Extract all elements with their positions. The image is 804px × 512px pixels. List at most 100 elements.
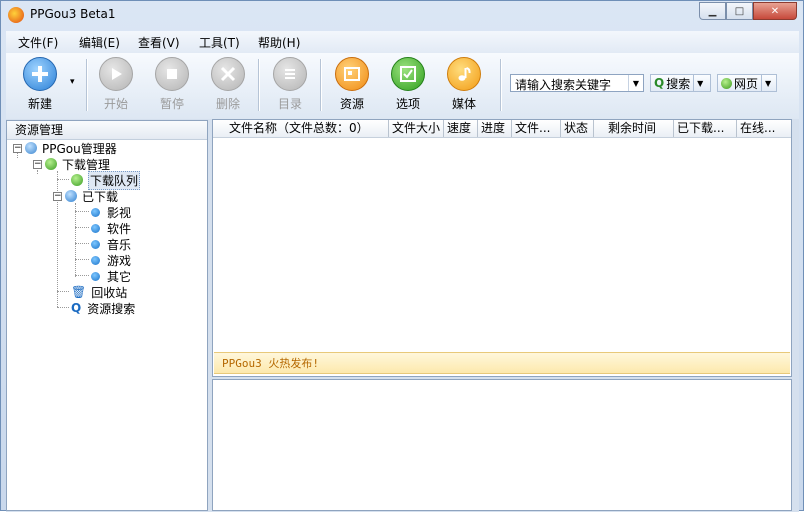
category-dot-icon bbox=[91, 255, 100, 265]
magnifier-icon: Q bbox=[654, 76, 665, 90]
tree-category-label: 游戏 bbox=[107, 253, 132, 268]
tree-category-label: 影视 bbox=[107, 205, 132, 220]
col-file-type[interactable]: 文件... bbox=[512, 120, 561, 137]
menu-edit[interactable]: 编辑(E) bbox=[79, 34, 120, 51]
collapse-icon[interactable]: − bbox=[13, 143, 22, 153]
col-progress[interactable]: 进度 bbox=[478, 120, 512, 137]
toolbar-separator bbox=[258, 59, 260, 111]
col-downloaded[interactable]: 已下载... bbox=[674, 120, 737, 137]
pause-button[interactable]: 暂停 bbox=[147, 57, 197, 112]
options-button[interactable]: 选项 bbox=[383, 57, 433, 112]
category-dot-icon bbox=[91, 207, 100, 217]
tree-item-category[interactable]: 其它 bbox=[91, 268, 131, 284]
web-button[interactable]: 网页 ▼ bbox=[717, 74, 777, 92]
tree-line bbox=[57, 291, 69, 292]
new-label: 新建 bbox=[27, 97, 52, 111]
menu-bar: 文件(F) 编辑(E) 查看(V) 工具(T) 帮助(H) bbox=[6, 31, 799, 53]
col-remaining-time[interactable]: 剩余时间 bbox=[594, 120, 674, 137]
new-button[interactable]: 新建 bbox=[15, 57, 65, 112]
collapse-icon[interactable]: − bbox=[53, 191, 62, 201]
globe-icon bbox=[721, 77, 732, 89]
collapse-icon[interactable]: − bbox=[33, 159, 42, 169]
delete-button[interactable]: 删除 bbox=[203, 57, 253, 112]
pause-label: 暂停 bbox=[159, 97, 184, 111]
new-dropdown-icon[interactable]: ▾ bbox=[70, 77, 75, 87]
detail-pane bbox=[212, 379, 792, 511]
tree-category-label: 音乐 bbox=[107, 237, 132, 252]
tree-item-category[interactable]: 影视 bbox=[91, 204, 131, 220]
tree-line bbox=[75, 243, 89, 244]
tree-item-recycle[interactable]: 🗑 回收站 bbox=[71, 284, 127, 300]
tree-item-category[interactable]: 软件 bbox=[91, 220, 131, 236]
tree-item-resource-search[interactable]: Q 资源搜索 bbox=[71, 300, 135, 316]
search-dropdown-icon[interactable]: ▼ bbox=[693, 75, 706, 91]
window-title: PPGou3 Beta1 bbox=[30, 7, 116, 21]
col-status[interactable]: 状态 bbox=[561, 120, 594, 137]
manager-icon bbox=[25, 142, 37, 154]
tree-item-download-queue[interactable]: 下载队列 bbox=[71, 170, 141, 190]
options-label: 选项 bbox=[395, 97, 420, 111]
tree-line bbox=[75, 203, 76, 277]
tree-root-label: PPGou管理器 bbox=[42, 141, 117, 156]
start-label: 开始 bbox=[103, 97, 128, 111]
app-logo-icon bbox=[8, 7, 24, 23]
search-placeholder: 请输入搜索关键字 bbox=[515, 78, 612, 92]
download-queue-icon bbox=[71, 174, 83, 186]
col-file-name[interactable]: 文件名称（文件总数：0） bbox=[213, 120, 389, 137]
delete-label: 删除 bbox=[215, 97, 240, 111]
resource-icon bbox=[335, 57, 369, 91]
start-button[interactable]: 开始 bbox=[91, 57, 141, 112]
downloaded-icon bbox=[65, 190, 77, 202]
download-list-pane: 文件名称（文件总数：0） 文件大小 速度 进度 文件... 状态 剩余时间 已下… bbox=[212, 119, 792, 377]
web-dropdown-icon[interactable]: ▼ bbox=[761, 75, 774, 91]
resource-button[interactable]: 资源 bbox=[327, 57, 377, 112]
tree-line bbox=[75, 275, 89, 276]
tree-header: 资源管理 bbox=[7, 121, 207, 140]
resource-tree-pane: 资源管理 − PPGou管理器 − 下载管理 下载队列 − 已下载 影视 软件 … bbox=[6, 120, 208, 511]
tree-item-category[interactable]: 游戏 bbox=[91, 252, 131, 268]
tree-line bbox=[75, 211, 89, 212]
tree-item-downloaded[interactable]: − 已下载 bbox=[53, 188, 118, 204]
category-dot-icon bbox=[91, 239, 100, 249]
tree-resource-search-label: 资源搜索 bbox=[87, 301, 136, 316]
play-icon bbox=[99, 57, 133, 91]
search-button[interactable]: Q 搜索 ▼ bbox=[650, 74, 711, 92]
tree-line bbox=[75, 227, 89, 228]
window-controls: ▁ □ ✕ bbox=[699, 2, 797, 20]
search-keyword-combo[interactable]: 请输入搜索关键字 ▼ bbox=[510, 74, 644, 92]
close-button[interactable]: ✕ bbox=[753, 2, 797, 20]
title-bar: PPGou3 Beta1 ▁ □ ✕ bbox=[1, 1, 803, 29]
category-dot-icon bbox=[91, 271, 100, 281]
menu-help[interactable]: 帮助(H) bbox=[258, 34, 300, 51]
maximize-button[interactable]: □ bbox=[726, 2, 753, 20]
media-button[interactable]: 媒体 bbox=[439, 57, 489, 112]
search-icon: Q bbox=[71, 301, 82, 315]
category-dot-icon bbox=[91, 223, 100, 233]
trash-icon: 🗑 bbox=[71, 285, 87, 299]
tree-line bbox=[57, 307, 69, 308]
chevron-down-icon[interactable]: ▼ bbox=[628, 75, 643, 91]
toolbar-separator bbox=[500, 59, 502, 111]
menu-view[interactable]: 查看(V) bbox=[138, 34, 180, 51]
tree-item-category[interactable]: 音乐 bbox=[91, 236, 131, 252]
menu-file[interactable]: 文件(F) bbox=[18, 34, 58, 51]
col-speed[interactable]: 速度 bbox=[444, 120, 478, 137]
web-label: 网页 bbox=[734, 76, 759, 91]
tree-item-root[interactable]: − PPGou管理器 bbox=[13, 140, 117, 156]
tree-line bbox=[75, 259, 89, 260]
list-icon bbox=[273, 57, 307, 91]
tree-category-label: 软件 bbox=[107, 221, 132, 236]
resource-label: 资源 bbox=[339, 97, 364, 111]
tree-downloaded-label: 已下载 bbox=[82, 189, 119, 204]
toolbar-separator bbox=[320, 59, 322, 111]
media-label: 媒体 bbox=[451, 97, 476, 111]
col-online[interactable]: 在线... bbox=[737, 120, 791, 137]
checkbox-icon bbox=[391, 57, 425, 91]
col-file-size[interactable]: 文件大小 bbox=[389, 120, 444, 137]
announcement-banner[interactable]: PPGou3 火热发布! bbox=[214, 352, 790, 374]
toolbar-separator bbox=[86, 59, 88, 111]
catalog-button[interactable]: 目录 bbox=[265, 57, 315, 112]
menu-tools[interactable]: 工具(T) bbox=[199, 34, 240, 51]
tree-line bbox=[57, 179, 69, 180]
minimize-button[interactable]: ▁ bbox=[699, 2, 726, 20]
